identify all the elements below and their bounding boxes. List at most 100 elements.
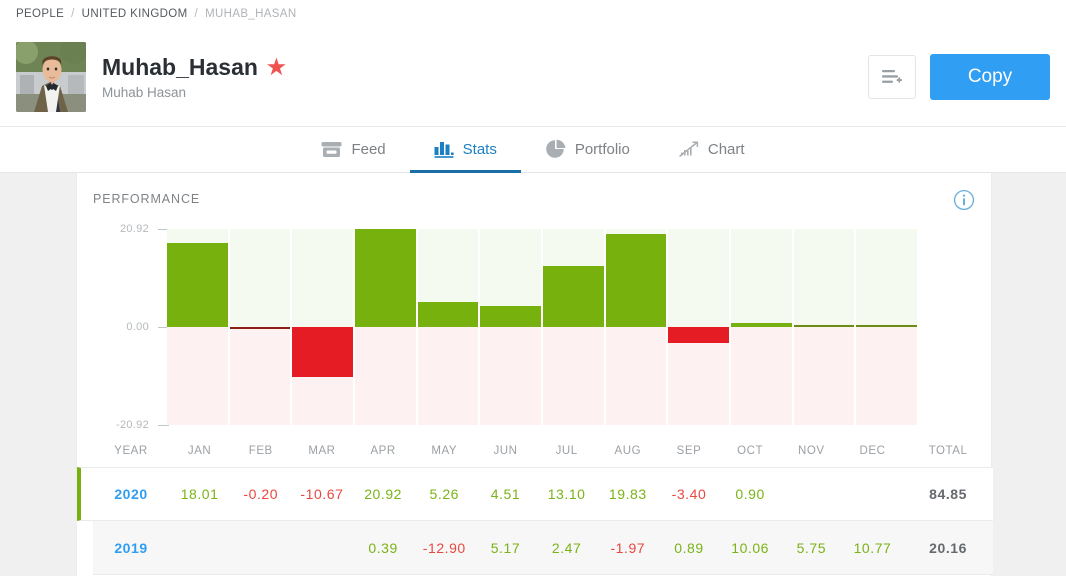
chart-month-column[interactable] — [793, 229, 855, 425]
chart-bar — [731, 322, 792, 327]
tab-stats-label: Stats — [462, 140, 497, 158]
table-column-header: MAR — [308, 445, 336, 457]
chart-y-tick-label: 20.92 — [119, 223, 149, 235]
chart-bar — [605, 234, 667, 327]
tab-chart-label: Chart — [707, 140, 745, 158]
breadcrumb-separator: / — [71, 8, 75, 20]
tab-portfolio[interactable]: Portfolio — [521, 128, 654, 173]
table-cell-month-value: -0.20 — [243, 486, 279, 502]
chart-negative-zone — [229, 327, 291, 425]
avatar-photo — [16, 42, 86, 112]
chart-y-tick: 0.00 — [93, 321, 169, 333]
chart-negative-zone — [355, 327, 416, 425]
chart-month-column[interactable] — [856, 229, 918, 425]
info-button[interactable] — [953, 189, 975, 211]
table-row[interactable]: 2020 18.01 -0.20 -10.67 20.92 5.26 4.51 13.10 19… — [77, 467, 993, 521]
avatar[interactable] — [16, 42, 86, 112]
chart-month-column[interactable] — [292, 229, 354, 425]
chart-y-tick: -20.92 — [93, 419, 169, 431]
favorite-star-icon[interactable]: ★ — [267, 57, 286, 78]
table-column-header: NOV — [798, 445, 825, 457]
table-cell-month-value: 20.92 — [364, 486, 402, 502]
chart-positive-zone — [793, 229, 855, 327]
feed-icon — [321, 141, 342, 157]
chart-bar — [417, 302, 479, 327]
chart-negative-zone — [856, 327, 918, 425]
chart-month-column[interactable] — [229, 229, 291, 425]
profile-real-name: Muhab Hasan — [102, 84, 187, 100]
profile-identity: Muhab_Hasan ★ Muhab Hasan — [102, 54, 868, 99]
table-cell-month-value: 5.17 — [490, 539, 521, 556]
table-cell-total: 20.16 — [929, 539, 967, 556]
username-text: Muhab_Hasan — [102, 54, 258, 81]
page-body: PERFORMANCE 20.92 0.00 -20.92 YEAR JAN FEB MA… — [0, 173, 1066, 576]
table-cell-month-value: 0.39 — [368, 539, 398, 556]
table-header-row: YEAR JAN FEB MAR APR MAY JUN JUL AUG SEP OCT NOV DEC… — [93, 435, 993, 467]
table-cell-year[interactable]: 2019 — [93, 540, 169, 556]
trend-line-icon — [678, 141, 699, 158]
chart-month-column[interactable] — [480, 229, 542, 425]
chart-month-column[interactable] — [355, 229, 416, 425]
table-cell-month-value: -10.67 — [300, 486, 344, 502]
chart-negative-zone — [605, 327, 667, 425]
performance-table: YEAR JAN FEB MAR APR MAY JUN JUL AUG SEP OCT NOV DEC… — [77, 435, 993, 575]
breadcrumb-separator: / — [194, 8, 199, 20]
table-cell-month-value: 2.47 — [551, 539, 582, 556]
chart-zero-bar — [229, 327, 291, 329]
chart-bar — [480, 305, 542, 327]
chart-month-column[interactable] — [731, 229, 792, 425]
table-cell-month-value: 19.83 — [608, 486, 647, 502]
performance-chart: 20.92 0.00 -20.92 — [93, 223, 991, 431]
chart-bar — [668, 327, 730, 343]
tab-feed[interactable]: Feed — [297, 128, 409, 173]
chart-month-column[interactable] — [668, 229, 730, 425]
chart-positive-zone — [229, 229, 291, 327]
performance-title: PERFORMANCE — [93, 192, 201, 206]
list-add-icon — [882, 70, 903, 83]
table-cell-month-value: 4.51 — [490, 486, 521, 502]
chart-month-column[interactable] — [167, 229, 228, 425]
table-column-header: DEC — [859, 445, 886, 457]
table-column-header: MAY — [431, 445, 458, 457]
chart-month-column[interactable] — [417, 229, 479, 425]
breadcrumb: PEOPLE / UNITED KINGDOM / MUHAB_HASAN — [0, 0, 1066, 28]
stats-card: PERFORMANCE 20.92 0.00 -20.92 YEAR JAN FEB MA… — [76, 173, 993, 576]
chart-negative-zone — [167, 327, 228, 425]
breadcrumb-item-united-kingdom[interactable]: UNITED KINGDOM — [82, 8, 188, 20]
table-column-header: APR — [370, 445, 396, 457]
chart-y-axis: 20.92 0.00 -20.92 — [93, 223, 169, 431]
table-cell-year[interactable]: 2020 — [93, 486, 169, 502]
table-cell-month-value: 13.10 — [547, 486, 586, 502]
bar-chart-icon — [434, 141, 454, 158]
chart-negative-zone — [731, 327, 792, 425]
header-actions: Copy — [868, 54, 1050, 100]
chart-positive-zone — [731, 229, 792, 327]
tab-chart[interactable]: Chart — [654, 128, 769, 173]
chart-positive-zone — [856, 229, 918, 327]
table-column-header: FEB — [248, 445, 273, 457]
table-column-header: AUG — [614, 445, 642, 457]
copy-button[interactable]: Copy — [930, 54, 1050, 100]
table-cell-month-value: -3.40 — [671, 486, 707, 502]
table-column-header: YEAR — [114, 445, 148, 457]
table-row[interactable]: 2019 0.39 -12.90 5.17 2.47 -1.97 0.89 10.06 5.75… — [93, 521, 993, 575]
table-column-header: JAN — [187, 445, 212, 457]
table-column-header: JUN — [493, 445, 518, 457]
table-cell-month-value: 0.89 — [674, 539, 704, 556]
chart-month-column[interactable] — [605, 229, 667, 425]
table-body: 2020 18.01 -0.20 -10.67 20.92 5.26 4.51 13.10 19… — [77, 467, 993, 575]
chart-month-column[interactable] — [543, 229, 604, 425]
tab-stats[interactable]: Stats — [409, 128, 521, 173]
breadcrumb-item-people[interactable]: PEOPLE — [16, 8, 64, 20]
chart-negative-zone — [417, 327, 479, 425]
chart-negative-zone — [543, 327, 604, 425]
tab-feed-label: Feed — [351, 140, 386, 158]
chart-y-tick-label: 0.00 — [126, 321, 149, 333]
profile-header: Muhab_Hasan ★ Muhab Hasan Copy — [0, 28, 1066, 126]
table-cell-month-value: 0.90 — [735, 486, 765, 502]
add-to-list-button[interactable] — [868, 55, 916, 99]
table-column-header: OCT — [737, 445, 764, 457]
chart-positive-zone — [668, 229, 730, 327]
table-cell-month-value: 10.77 — [853, 539, 892, 556]
table-cell-month-value: 5.26 — [429, 486, 459, 502]
